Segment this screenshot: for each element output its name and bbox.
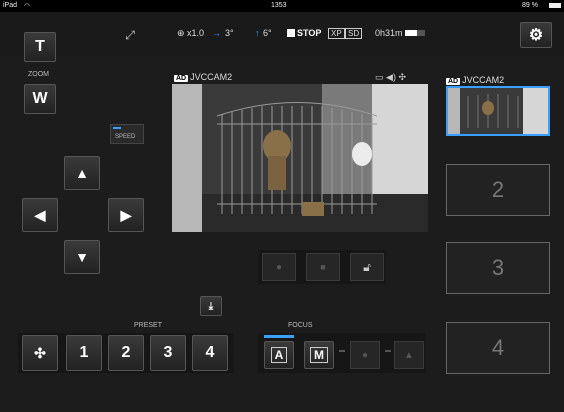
zoom-ratio: x1.0: [187, 28, 205, 38]
speed-label: SPEED: [115, 134, 136, 140]
speed-indicator: [113, 127, 121, 129]
camera-badge: AD: [174, 75, 189, 82]
battery-level-icon: [405, 30, 425, 36]
zoom-wide-button[interactable]: W: [24, 84, 56, 114]
focus-separator: [339, 350, 345, 352]
pan-right-button[interactable]: ▶: [108, 198, 144, 232]
save-preset-icon: ⤓: [208, 300, 214, 312]
preset-2-button[interactable]: 2: [108, 335, 144, 371]
pan-down-button[interactable]: ▼: [64, 240, 100, 274]
zoom-label: ZOOM: [28, 71, 49, 78]
zoom-tele-button[interactable]: T: [24, 32, 56, 62]
top-bar: [0, 12, 564, 56]
move-icon: ✣: [398, 72, 407, 82]
tilt-value: 6°: [263, 28, 272, 38]
lock-button[interactable]: 🔓︎: [350, 253, 384, 281]
thumb-title: AD JVCCAM2: [446, 75, 504, 85]
device-label: iPad: [3, 2, 18, 9]
focus-far-icon: ▲: [404, 349, 414, 361]
camera-image: [172, 84, 432, 232]
home-position-icon: ✣: [34, 344, 46, 361]
focus-near-button[interactable]: ●: [350, 341, 380, 369]
arrow-down-icon: ▼: [75, 249, 89, 265]
zoom-icon: ⊕: [177, 28, 185, 38]
wifi-icon: ◠: [24, 3, 31, 10]
focus-auto-indicator: [264, 335, 294, 338]
record-dot-icon: ●: [275, 261, 283, 273]
camera-name: JVCCAM2: [190, 72, 233, 82]
camera-slot-3[interactable]: 3: [446, 242, 550, 294]
camera-slot-4[interactable]: 4: [446, 322, 550, 374]
camera-slot-2[interactable]: 2: [446, 164, 550, 216]
arrow-up-icon: ▲: [75, 165, 89, 181]
pan-left-button[interactable]: ◀: [22, 198, 58, 232]
preset-3-button[interactable]: 3: [150, 335, 186, 371]
arrow-left-icon: ◀: [34, 206, 46, 223]
pan-icon: →: [212, 28, 221, 38]
thumb-badge: AD: [446, 78, 461, 85]
battery-icon: [549, 3, 561, 8]
arrow-right-icon: ▶: [120, 206, 132, 223]
focus-manual-label: M: [310, 347, 328, 363]
preview-status-icons: ▭ ◀) ✣: [375, 72, 406, 83]
focus-separator-2: [385, 350, 391, 352]
status-bar: iPad ◠ 1353 89 %: [0, 0, 564, 12]
focus-far-button[interactable]: ▲: [394, 341, 424, 369]
stop-icon: ■: [320, 262, 326, 272]
focus-manual-button[interactable]: M: [304, 341, 334, 369]
thumbnail-image: [448, 88, 548, 134]
focus-auto-button[interactable]: A: [264, 341, 294, 369]
focus-auto-label: A: [270, 347, 288, 363]
stop-button[interactable]: ■: [306, 253, 340, 281]
preset-home-button[interactable]: ✣: [22, 335, 58, 371]
stop-square-icon: [287, 29, 295, 37]
focus-near-icon: ●: [361, 349, 369, 361]
camera-thumbnail-1[interactable]: [446, 86, 550, 136]
speed-button[interactable]: SPEED: [110, 124, 144, 144]
focus-label: FOCUS: [288, 322, 313, 329]
preset-4-button[interactable]: 4: [192, 335, 228, 371]
camera-preview[interactable]: [172, 84, 432, 232]
camera-title: AD JVCCAM2: [174, 72, 232, 82]
speaker-icon: ◀): [386, 72, 396, 82]
lock-icon: 🔓︎: [363, 259, 371, 274]
record-state: STOP: [297, 28, 322, 38]
record-button[interactable]: ●: [262, 253, 296, 281]
media-badge: SD: [345, 28, 363, 39]
time-remaining: 0h31m: [375, 28, 403, 38]
preset-label: PRESET: [134, 322, 163, 329]
gear-icon[interactable]: ⚙: [520, 22, 552, 48]
thumb-name: JVCCAM2: [462, 75, 505, 85]
pan-value: 3°: [225, 28, 234, 38]
preset-1-button[interactable]: 1: [66, 335, 102, 371]
preset-save-button[interactable]: ⤓: [200, 296, 222, 316]
clock: 1353: [271, 2, 287, 9]
pan-up-button[interactable]: ▲: [64, 156, 100, 190]
battery-text: 89 %: [522, 2, 538, 9]
film-icon: ▭: [375, 72, 384, 82]
quality-badge: XP: [328, 28, 345, 39]
fullscreen-icon[interactable]: ⤢: [120, 28, 140, 48]
tilt-icon: ↑: [255, 28, 260, 38]
